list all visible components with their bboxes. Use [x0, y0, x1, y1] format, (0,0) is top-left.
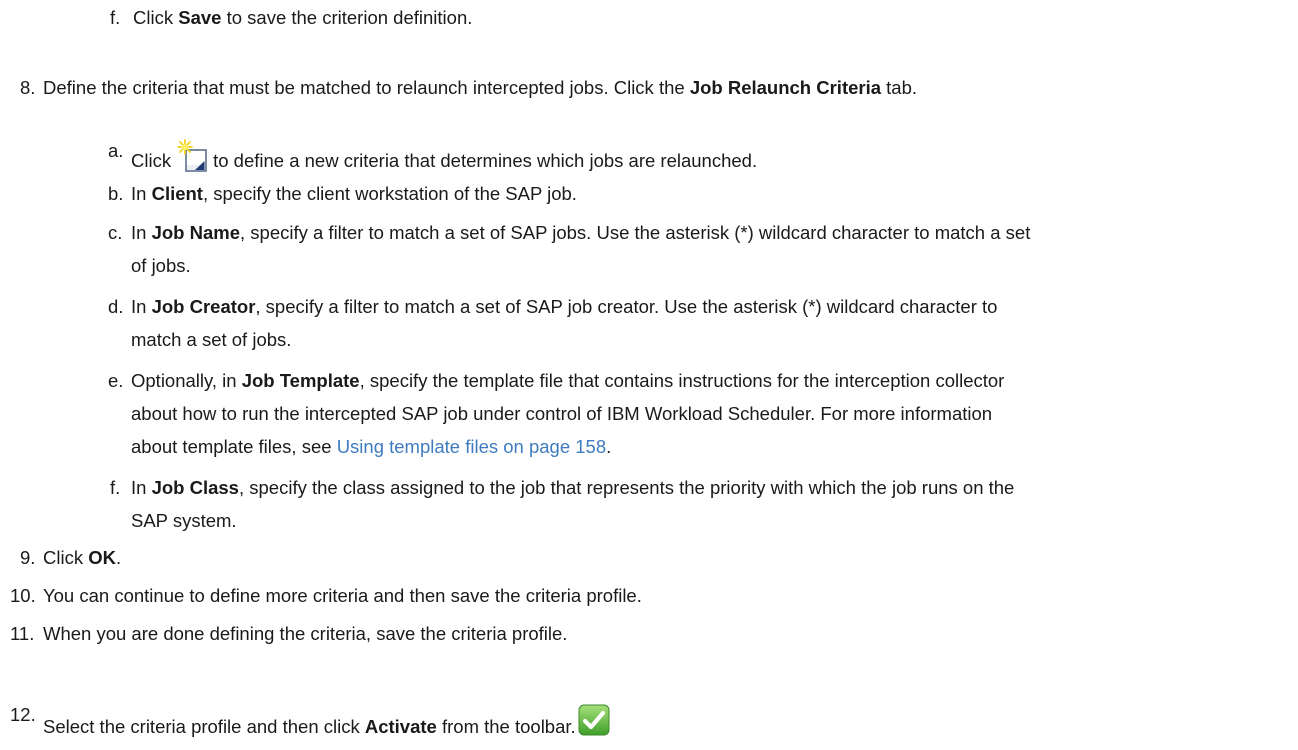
- step-8d-number: d.: [108, 296, 124, 317]
- step-11-number: 11.: [10, 623, 35, 644]
- step-9-bold-ok: OK: [88, 547, 116, 568]
- step-8e-post: , specify the template file that contain…: [359, 370, 1005, 391]
- step-8c-text: In Job Name, specify a filter to match a…: [131, 221, 1030, 245]
- step-8f-text: In Job Class, specify the class assigned…: [131, 476, 1014, 500]
- step-8e-bold-job-template: Job Template: [241, 370, 360, 391]
- step-8c-pre: In: [131, 222, 152, 243]
- step-12-post: from the toolbar.: [436, 716, 576, 737]
- step-7f-bold-save: Save: [178, 7, 222, 28]
- step-8f-post: , specify the class assigned to the job …: [238, 477, 1015, 498]
- step-8c-post: , specify a filter to match a set of SAP…: [240, 222, 1031, 243]
- step-8e-line2: about how to run the intercepted SAP job…: [131, 403, 993, 424]
- step-8b-post: , specify the client workstation of the …: [202, 183, 577, 204]
- new-document-icon: [176, 139, 210, 173]
- step-7f-post: to save the criterion definition.: [221, 7, 473, 28]
- step-8-bold-tab: Job Relaunch Criteria: [689, 77, 882, 98]
- step-8e-line3-post: .: [606, 436, 612, 457]
- step-12-bold-activate: Activate: [364, 716, 437, 737]
- activate-check-icon: [577, 703, 611, 737]
- step-8b-bold-client: Client: [151, 183, 203, 204]
- step-9-post: .: [115, 547, 122, 568]
- step-8e-line3-pre: about template files, see: [131, 436, 337, 457]
- step-8f-pre: In: [131, 477, 152, 498]
- step-10-number: 10.: [10, 585, 36, 606]
- step-8c-bold-job-name: Job Name: [151, 222, 240, 243]
- step-7f-pre: Click: [133, 7, 179, 28]
- step-8e-number: e.: [108, 370, 124, 391]
- step-8b-text: In Client, specify the client workstatio…: [131, 182, 577, 206]
- step-8d-bold-job-creator: Job Creator: [151, 296, 256, 317]
- step-12-pre: Select the criteria profile and then cli…: [43, 716, 365, 737]
- step-8a-number: a.: [108, 140, 124, 161]
- step-8e-line3: about template files, see Using template…: [131, 435, 611, 459]
- step-8a-pre: Click: [131, 150, 172, 171]
- step-10-text: You can continue to define more criteria…: [43, 585, 642, 606]
- step-8-number: 8.: [20, 77, 36, 98]
- step-8-post: tab.: [881, 77, 918, 98]
- step-8d-line2: match a set of jobs.: [131, 329, 292, 350]
- step-8f-bold-job-class: Job Class: [151, 477, 239, 498]
- step-8a-post: to define a new criteria that determines…: [213, 150, 758, 171]
- step-8b-pre: In: [131, 183, 152, 204]
- step-8-pre: Define the criteria that must be matched…: [43, 77, 690, 98]
- step-11-text: When you are done defining the criteria,…: [43, 623, 568, 644]
- step-8e-text: Optionally, in Job Template, specify the…: [131, 369, 1004, 393]
- step-8a-text: Click to define a new criteria that dete…: [131, 139, 757, 173]
- step-7f-number: f.: [110, 7, 121, 28]
- step-9-number: 9.: [20, 547, 36, 568]
- step-7f-text: Click Save to save the criterion definit…: [133, 6, 472, 30]
- step-9-pre: Click: [43, 547, 89, 568]
- step-9-text: Click OK.: [43, 546, 121, 570]
- step-12-text: Select the criteria profile and then cli…: [43, 703, 611, 739]
- step-8f-line2: SAP system.: [131, 510, 237, 531]
- step-8f-number: f.: [110, 477, 121, 498]
- step-8d-pre: In: [131, 296, 152, 317]
- step-8c-line2: of jobs.: [131, 255, 191, 276]
- step-12-number: 12.: [10, 704, 36, 725]
- template-files-link[interactable]: Using template files on page 158: [337, 436, 606, 457]
- step-8e-pre: Optionally, in: [131, 370, 242, 391]
- step-8d-post: , specify a filter to match a set of SAP…: [255, 296, 998, 317]
- step-8d-text: In Job Creator, specify a filter to matc…: [131, 295, 997, 319]
- step-8c-number: c.: [108, 222, 123, 243]
- step-8b-number: b.: [108, 183, 124, 204]
- step-8-text: Define the criteria that must be matched…: [43, 76, 917, 100]
